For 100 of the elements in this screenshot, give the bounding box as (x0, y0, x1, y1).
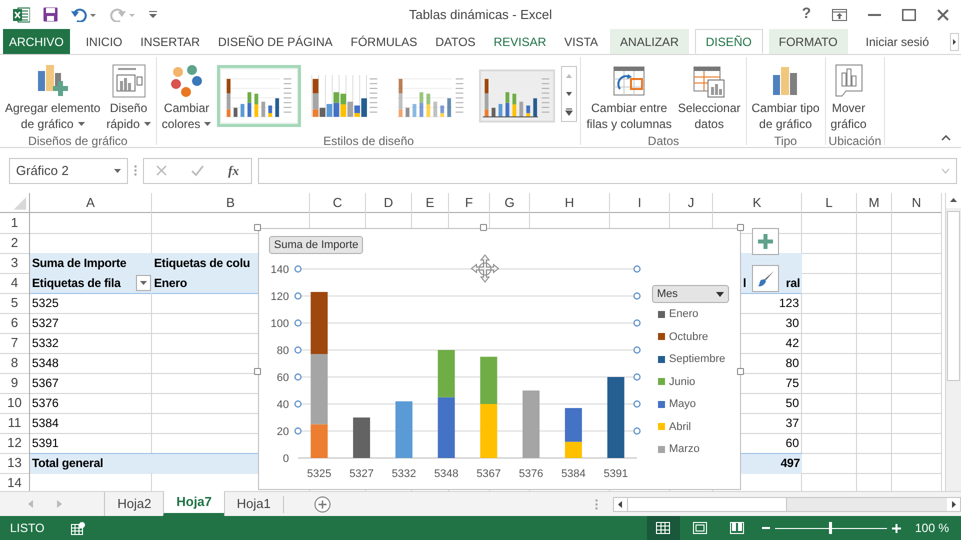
axis-tick-label: 100 (270, 318, 289, 330)
scroll-right-icon[interactable] (947, 498, 960, 510)
filter-button[interactable] (136, 274, 151, 291)
table-cell (892, 253, 942, 274)
zoom-slider-thumb[interactable] (829, 522, 832, 534)
ribbon-tab[interactable]: ANALIZAR (610, 29, 689, 54)
minimize-icon[interactable] (868, 14, 881, 16)
resize-handle[interactable] (737, 368, 744, 375)
scroll-left-icon[interactable] (614, 498, 627, 510)
macro-record-icon[interactable] (71, 522, 86, 534)
ribbon-tab[interactable]: DISEÑO (694, 29, 763, 54)
column-header[interactable]: F (449, 193, 490, 212)
redo-icon (110, 8, 136, 22)
name-box[interactable]: Gráfico 2 (9, 158, 128, 184)
column-header[interactable]: B (152, 193, 310, 212)
ribbon-button[interactable]: Mover gráfico (828, 60, 869, 132)
table-cell (802, 433, 857, 454)
ribbon-button[interactable]: Cambiar colores (160, 60, 214, 132)
row-header[interactable]: 1 (0, 213, 30, 234)
ribbon-button[interactable]: Agregar elemento de gráfico (3, 60, 102, 132)
ribbon-tab[interactable]: INICIO (80, 29, 128, 54)
formula-input[interactable] (258, 158, 957, 184)
axis-category-label: 5327 (349, 468, 374, 480)
row-header[interactable]: 9 (0, 373, 30, 394)
chart-styles-button[interactable] (752, 265, 779, 292)
collapse-ribbon-icon[interactable] (941, 135, 951, 141)
axis-category-label: 5348 (434, 468, 459, 480)
ribbon-button[interactable]: Cambiar entre filas y columnas (584, 60, 674, 132)
legend-field-button[interactable]: Mes (652, 285, 729, 303)
group-label: Estilos de diseño (322, 133, 415, 150)
insert-function-button[interactable]: fx (228, 160, 239, 180)
column-header[interactable]: N (892, 193, 942, 212)
ribbon-tab[interactable]: VISTA (558, 29, 604, 54)
scrollbar-thumb[interactable] (626, 498, 787, 510)
normal-view-button[interactable] (646, 516, 680, 540)
ribbon-tab[interactable]: INSERTAR (134, 29, 206, 54)
row-header[interactable]: 6 (0, 313, 30, 334)
ribbon-icon (36, 63, 70, 99)
column-header[interactable]: J (670, 193, 713, 212)
table-cell: 5376 (30, 393, 152, 414)
column-header[interactable]: G (490, 193, 530, 212)
row-header[interactable]: 12 (0, 433, 30, 454)
column-header[interactable]: L (802, 193, 857, 212)
close-icon[interactable] (937, 8, 949, 20)
help-button[interactable]: ? (802, 3, 811, 26)
ribbon-tab[interactable]: DATOS (429, 29, 482, 54)
chart-panel[interactable]: 0 20 40 60 80 100 120 140 5325 5327 5332 5348 5367 5376 5384 5391 Suma de Importe Mes Enero Octubre Septiembre Junio Mayo Abril Marzo (258, 228, 741, 490)
resize-handle[interactable] (254, 224, 261, 231)
resize-handle[interactable] (254, 368, 261, 375)
ribbon-tab[interactable]: DISEÑO DE PÁGINA (212, 29, 339, 54)
row-header[interactable]: 11 (0, 413, 30, 434)
table-cell (857, 313, 892, 334)
table-cell (857, 293, 892, 314)
table-cell: 5327 (30, 313, 152, 334)
add-sheet-icon[interactable] (282, 496, 331, 512)
drag-handle-icon[interactable] (594, 498, 598, 510)
chart-style-thumbnail[interactable] (217, 65, 302, 127)
ribbon-tab[interactable]: FÓRMULAS (344, 29, 424, 54)
horizontal-scrollbar[interactable] (612, 496, 961, 512)
column-header[interactable]: I (610, 193, 670, 212)
zoom-level[interactable]: 100 % (914, 519, 949, 537)
column-header[interactable]: E (412, 193, 449, 212)
field-button[interactable]: Suma de Importe (269, 236, 364, 254)
row-header[interactable]: 5 (0, 293, 30, 314)
row-header[interactable]: 2 (0, 233, 30, 254)
ribbon-display-icon[interactable] (832, 8, 847, 20)
vertical-scrollbar[interactable] (945, 193, 961, 491)
scroll-right-icon[interactable] (950, 32, 959, 50)
ribbon-tab[interactable]: ARCHIVO (3, 29, 70, 54)
sign-in-link[interactable]: Iniciar sesió (866, 29, 929, 54)
drag-handle-icon[interactable] (134, 165, 137, 176)
resize-handle[interactable] (737, 224, 744, 231)
ribbon-tab[interactable]: FORMATO (768, 29, 848, 54)
table-cell (802, 233, 857, 254)
chart-elements-button[interactable] (752, 228, 779, 255)
column-header[interactable]: H (530, 193, 610, 212)
maximize-icon[interactable] (902, 8, 916, 20)
ribbon-button[interactable]: Seleccionar datos (676, 60, 743, 132)
column-header[interactable]: K (713, 193, 802, 212)
row-header[interactable]: 7 (0, 333, 30, 354)
bar (438, 350, 455, 398)
sheet-tab[interactable]: Hoja7 (163, 491, 224, 516)
column-header[interactable]: D (366, 193, 412, 212)
row-header[interactable]: 8 (0, 353, 30, 374)
row-header[interactable]: 10 (0, 393, 30, 414)
column-header[interactable]: C (310, 193, 366, 212)
column-header[interactable]: A (30, 193, 152, 212)
ribbon-button[interactable]: Cambiar tipo de gráfico (750, 60, 822, 132)
scrollbar-thumb[interactable] (947, 211, 960, 381)
table-cell: 5384 (30, 413, 152, 434)
column-header[interactable]: M (857, 193, 892, 212)
undo-icon[interactable] (71, 8, 97, 22)
resize-handle[interactable] (480, 224, 487, 231)
scroll-up-icon[interactable] (946, 193, 961, 208)
zoom-in-icon[interactable] (892, 524, 901, 532)
bar (480, 404, 498, 458)
ribbon-button[interactable]: Diseño rápido (104, 60, 153, 132)
customize-menu-icon[interactable] (149, 11, 157, 18)
save-icon[interactable] (43, 7, 58, 22)
ribbon-tab[interactable]: REVISAR (488, 29, 552, 54)
